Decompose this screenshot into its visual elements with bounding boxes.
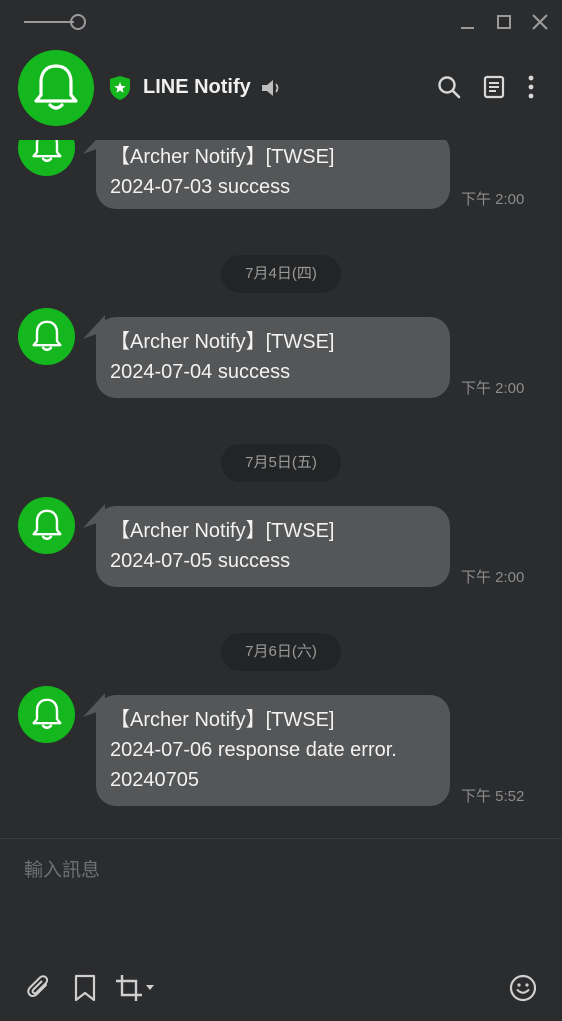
notes-icon [483, 75, 505, 99]
message-composer [0, 838, 562, 1021]
attach-icon [27, 975, 49, 997]
emoji-icon [509, 974, 537, 1002]
message-line: 【Archer Notify】[TWSE] [110, 331, 335, 353]
screenshot-button[interactable] [114, 973, 144, 1003]
message-line: 【Archer Notify】[TWSE] [110, 520, 335, 542]
date-separator: 7月5日(五) [221, 444, 341, 482]
date-separator: 7月6日(六) [221, 633, 341, 671]
message-line: 【Archer Notify】[TWSE] [110, 146, 335, 168]
message-line: 2024-07-04 success [110, 361, 291, 383]
message-line: 2024-07-06 response date error. [110, 739, 397, 761]
message-time: 下午 5:52 [461, 788, 525, 805]
maximize-button[interactable] [494, 12, 514, 32]
message-line: 20240705 [110, 769, 199, 791]
message-bubble[interactable]: 【Archer Notify】[TWSE] 2024-07-04 success [96, 317, 450, 398]
message-time: 下午 2:00 [461, 191, 525, 208]
title-bar [0, 0, 562, 44]
chevron-down-icon[interactable] [146, 985, 154, 990]
message-line: 2024-07-03 success [110, 176, 291, 198]
search-button[interactable] [436, 74, 462, 100]
opacity-slider[interactable] [24, 13, 88, 31]
minimize-button[interactable] [458, 12, 478, 32]
sender-avatar[interactable] [18, 308, 75, 365]
close-icon [532, 14, 548, 30]
bell-icon [32, 698, 62, 730]
message-line: 【Archer Notify】[TWSE] [110, 709, 335, 731]
bell-icon [32, 509, 62, 541]
slider-track [24, 21, 74, 23]
emoji-button[interactable] [508, 973, 538, 1003]
more-icon [528, 75, 534, 99]
message-time: 下午 2:00 [461, 569, 525, 586]
chat-avatar[interactable] [18, 50, 94, 126]
message-bubble[interactable]: 【Archer Notify】[TWSE] 2024-07-06 respons… [96, 695, 450, 806]
attach-button[interactable] [24, 973, 54, 1003]
message-time: 下午 2:00 [461, 380, 525, 397]
message-list[interactable]: 【Archer Notify】[TWSE] 2024-07-03 success… [0, 140, 562, 838]
chat-name: LINE Notify [143, 76, 251, 98]
message-bubble[interactable]: 【Archer Notify】[TWSE] 2024-07-05 success [96, 506, 450, 587]
notes-button[interactable] [481, 74, 507, 100]
close-button[interactable] [530, 12, 550, 32]
date-separator: 7月4日(四) [221, 255, 341, 293]
bookmark-icon [74, 974, 96, 1002]
search-icon [438, 76, 461, 99]
slider-knob[interactable] [70, 14, 86, 30]
verified-shield-icon [110, 76, 130, 100]
bell-icon [32, 320, 62, 352]
message-input[interactable] [22, 855, 546, 887]
message-bubble[interactable]: 【Archer Notify】[TWSE] 2024-07-03 success [96, 140, 450, 209]
crop-icon [116, 975, 142, 1001]
message-line: 2024-07-05 success [110, 550, 291, 572]
sender-avatar[interactable] [18, 140, 75, 176]
chat-header: LINE Notify [0, 44, 562, 140]
bell-icon [34, 64, 78, 110]
more-options-button[interactable] [518, 74, 544, 100]
sender-avatar[interactable] [18, 497, 75, 554]
speaker-icon[interactable] [260, 78, 282, 98]
keep-button[interactable] [70, 973, 100, 1003]
sender-avatar[interactable] [18, 686, 75, 743]
bell-icon [32, 140, 62, 163]
